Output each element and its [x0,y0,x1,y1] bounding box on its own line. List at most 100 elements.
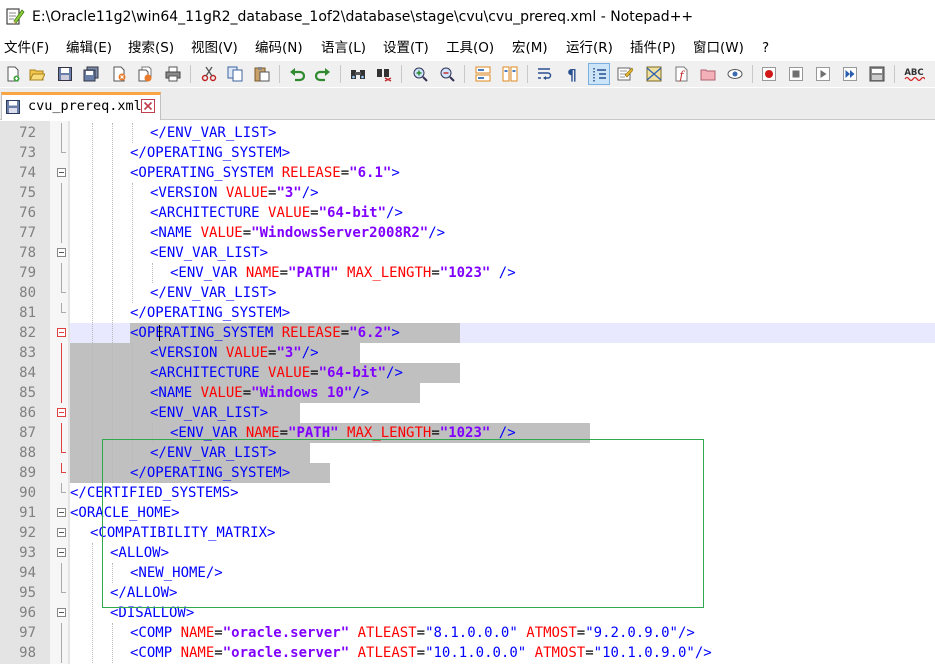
code-line-94[interactable]: 94 <NEW_HOME/> [0,563,935,583]
show-all-chars-icon[interactable]: ¶ [561,63,583,85]
fold-line [61,343,62,363]
menu-settings[interactable]: 设置(T) [383,36,429,60]
code-line-95[interactable]: 95 </ALLOW> [0,583,935,603]
record-macro-icon[interactable] [758,63,780,85]
line-number: 92 [19,525,36,541]
menu-file[interactable]: 文件(F) [4,36,49,60]
sync-vertical-icon[interactable] [472,63,494,85]
token-tag: <NAME [150,225,201,241]
find-icon[interactable] [347,63,369,85]
fold-toggle-icon[interactable] [57,408,66,417]
zoom-out-icon[interactable] [436,63,458,85]
word-wrap-icon[interactable] [534,63,556,85]
fold-end-marker [61,312,66,313]
code-line-79[interactable]: 79 <ENV_VAR NAME="PATH" MAX_LENGTH="1023"… [0,263,935,283]
token-tag: <VERSION [150,185,226,201]
paste-icon[interactable] [251,63,273,85]
function-list-icon[interactable]: f [670,63,692,85]
code-line-84[interactable]: 84 <ARCHITECTURE VALUE="64-bit"/> [0,363,935,383]
cut-icon[interactable] [198,63,220,85]
fold-toggle-icon[interactable] [57,508,66,517]
save-icon[interactable] [54,63,76,85]
notepadpp-app-icon[interactable] [5,6,25,26]
copy-icon[interactable] [224,63,246,85]
code-line-77[interactable]: 77 <NAME VALUE="WindowsServer2008R2"/> [0,223,935,243]
menu-macro[interactable]: 宏(M) [512,36,548,60]
code-line-73[interactable]: 73 </OPERATING_SYSTEM> [0,143,935,163]
code-line-74[interactable]: 74 <OPERATING_SYSTEM RELEASE="6.1"> [0,163,935,183]
indent-guide-icon[interactable] [588,63,610,85]
run-macro-multiple-icon[interactable] [839,63,861,85]
udl-icon[interactable] [614,63,636,85]
code-line-76[interactable]: 76 <ARCHITECTURE VALUE="64-bit"/> [0,203,935,223]
spellcheck-icon[interactable]: ABC [900,63,928,85]
menu-plugins[interactable]: 插件(P) [630,36,676,60]
code-line-85[interactable]: 85 <NAME VALUE="Windows 10"/> [0,383,935,403]
menu-encoding[interactable]: 编码(N) [255,36,303,60]
fold-toggle-icon[interactable] [57,608,66,617]
tab-cvu-prereq[interactable]: cvu_prereq.xml [1,92,161,120]
code-line-80[interactable]: 80 </ENV_VAR_LIST> [0,283,935,303]
svg-text:¶: ¶ [567,66,577,82]
code-line-93[interactable]: 93 <ALLOW> [0,543,935,563]
sync-horizontal-icon[interactable] [499,63,521,85]
line-number: 78 [19,245,36,261]
menu-edit[interactable]: 编辑(E) [66,36,112,60]
line-number: 87 [19,425,36,441]
token-tag: <ENV_VAR [170,425,246,441]
close-all-icon[interactable] [134,63,156,85]
monitoring-icon[interactable] [724,63,746,85]
code-line-96[interactable]: 96 <DISALLOW> [0,603,935,623]
code-line-91[interactable]: 91 <ORACLE_HOME> [0,503,935,523]
menu-help[interactable]: ? [762,36,769,60]
token-tag: /> [677,625,695,641]
stop-record-icon[interactable] [785,63,807,85]
replace-icon[interactable] [373,63,395,85]
code-line-92[interactable]: 92 <COMPATIBILITY_MATRIX> [0,523,935,543]
menu-search[interactable]: 搜索(S) [128,36,174,60]
line-number: 79 [19,265,36,281]
zoom-in-icon[interactable] [409,63,431,85]
menu-run[interactable]: 运行(R) [566,36,613,60]
code-line-98[interactable]: 98 <COMP NAME="oracle.server" ATLEAST="10… [0,643,935,663]
menu-language[interactable]: 语言(L) [321,36,366,60]
token-attr: MAX_LENGTH [347,425,432,441]
folder-workspace-icon[interactable] [697,63,719,85]
code-line-97[interactable]: 97 <COMP NAME="oracle.server" ATLEAST="8.… [0,623,935,643]
open-file-icon[interactable] [26,63,48,85]
code-line-88[interactable]: 88 </ENV_VAR_LIST> [0,443,935,463]
play-macro-icon[interactable] [812,63,834,85]
token-tag: <NEW_HOME/> [130,565,223,581]
print-icon[interactable] [162,63,184,85]
code-line-83[interactable]: 83 <VERSION VALUE="3"/> [0,343,935,363]
menu-tools[interactable]: 工具(O) [446,36,494,60]
code-line-81[interactable]: 81 </OPERATING_SYSTEM> [0,303,935,323]
tab-close-icon[interactable] [141,99,155,113]
code-line-87[interactable]: 87 <ENV_VAR NAME="PATH" MAX_LENGTH="1023"… [0,423,935,443]
doc-map-icon[interactable] [643,63,665,85]
close-icon[interactable] [108,63,130,85]
fold-toggle-icon[interactable] [57,168,66,177]
menu-view[interactable]: 视图(V) [191,36,238,60]
save-macro-icon[interactable] [866,63,888,85]
code-line-82[interactable]: 82 <OPERATING_SYSTEM RELEASE="6.2"> [0,323,935,343]
fold-toggle-icon[interactable] [57,528,66,537]
redo-icon[interactable] [312,63,334,85]
code-line-86[interactable]: 86 <ENV_VAR_LIST> [0,403,935,423]
fold-toggle-icon[interactable] [57,248,66,257]
code-line-90[interactable]: 90 </CERTIFIED_SYSTEMS> [0,483,935,503]
code-text: </CERTIFIED_SYSTEMS> [70,483,239,503]
code-line-72[interactable]: 72 </ENV_VAR_LIST> [0,123,935,143]
new-file-icon[interactable] [2,63,24,85]
fold-toggle-icon[interactable] [57,328,66,337]
save-all-icon[interactable] [80,63,102,85]
undo-icon[interactable] [286,63,308,85]
code-editor[interactable]: 72 </ENV_VAR_LIST> 73 </OPERATING_SYSTEM> 74… [0,121,935,664]
token-tag: <OPERATING_SYSTEM [130,325,282,341]
code-text: <ENV_VAR_LIST> [150,243,268,263]
menu-window[interactable]: 窗口(W) [693,36,744,60]
code-line-75[interactable]: 75 <VERSION VALUE="3"/> [0,183,935,203]
fold-toggle-icon[interactable] [57,548,66,557]
code-line-89[interactable]: 89 </OPERATING_SYSTEM> [0,463,935,483]
code-line-78[interactable]: 78 <ENV_VAR_LIST> [0,243,935,263]
